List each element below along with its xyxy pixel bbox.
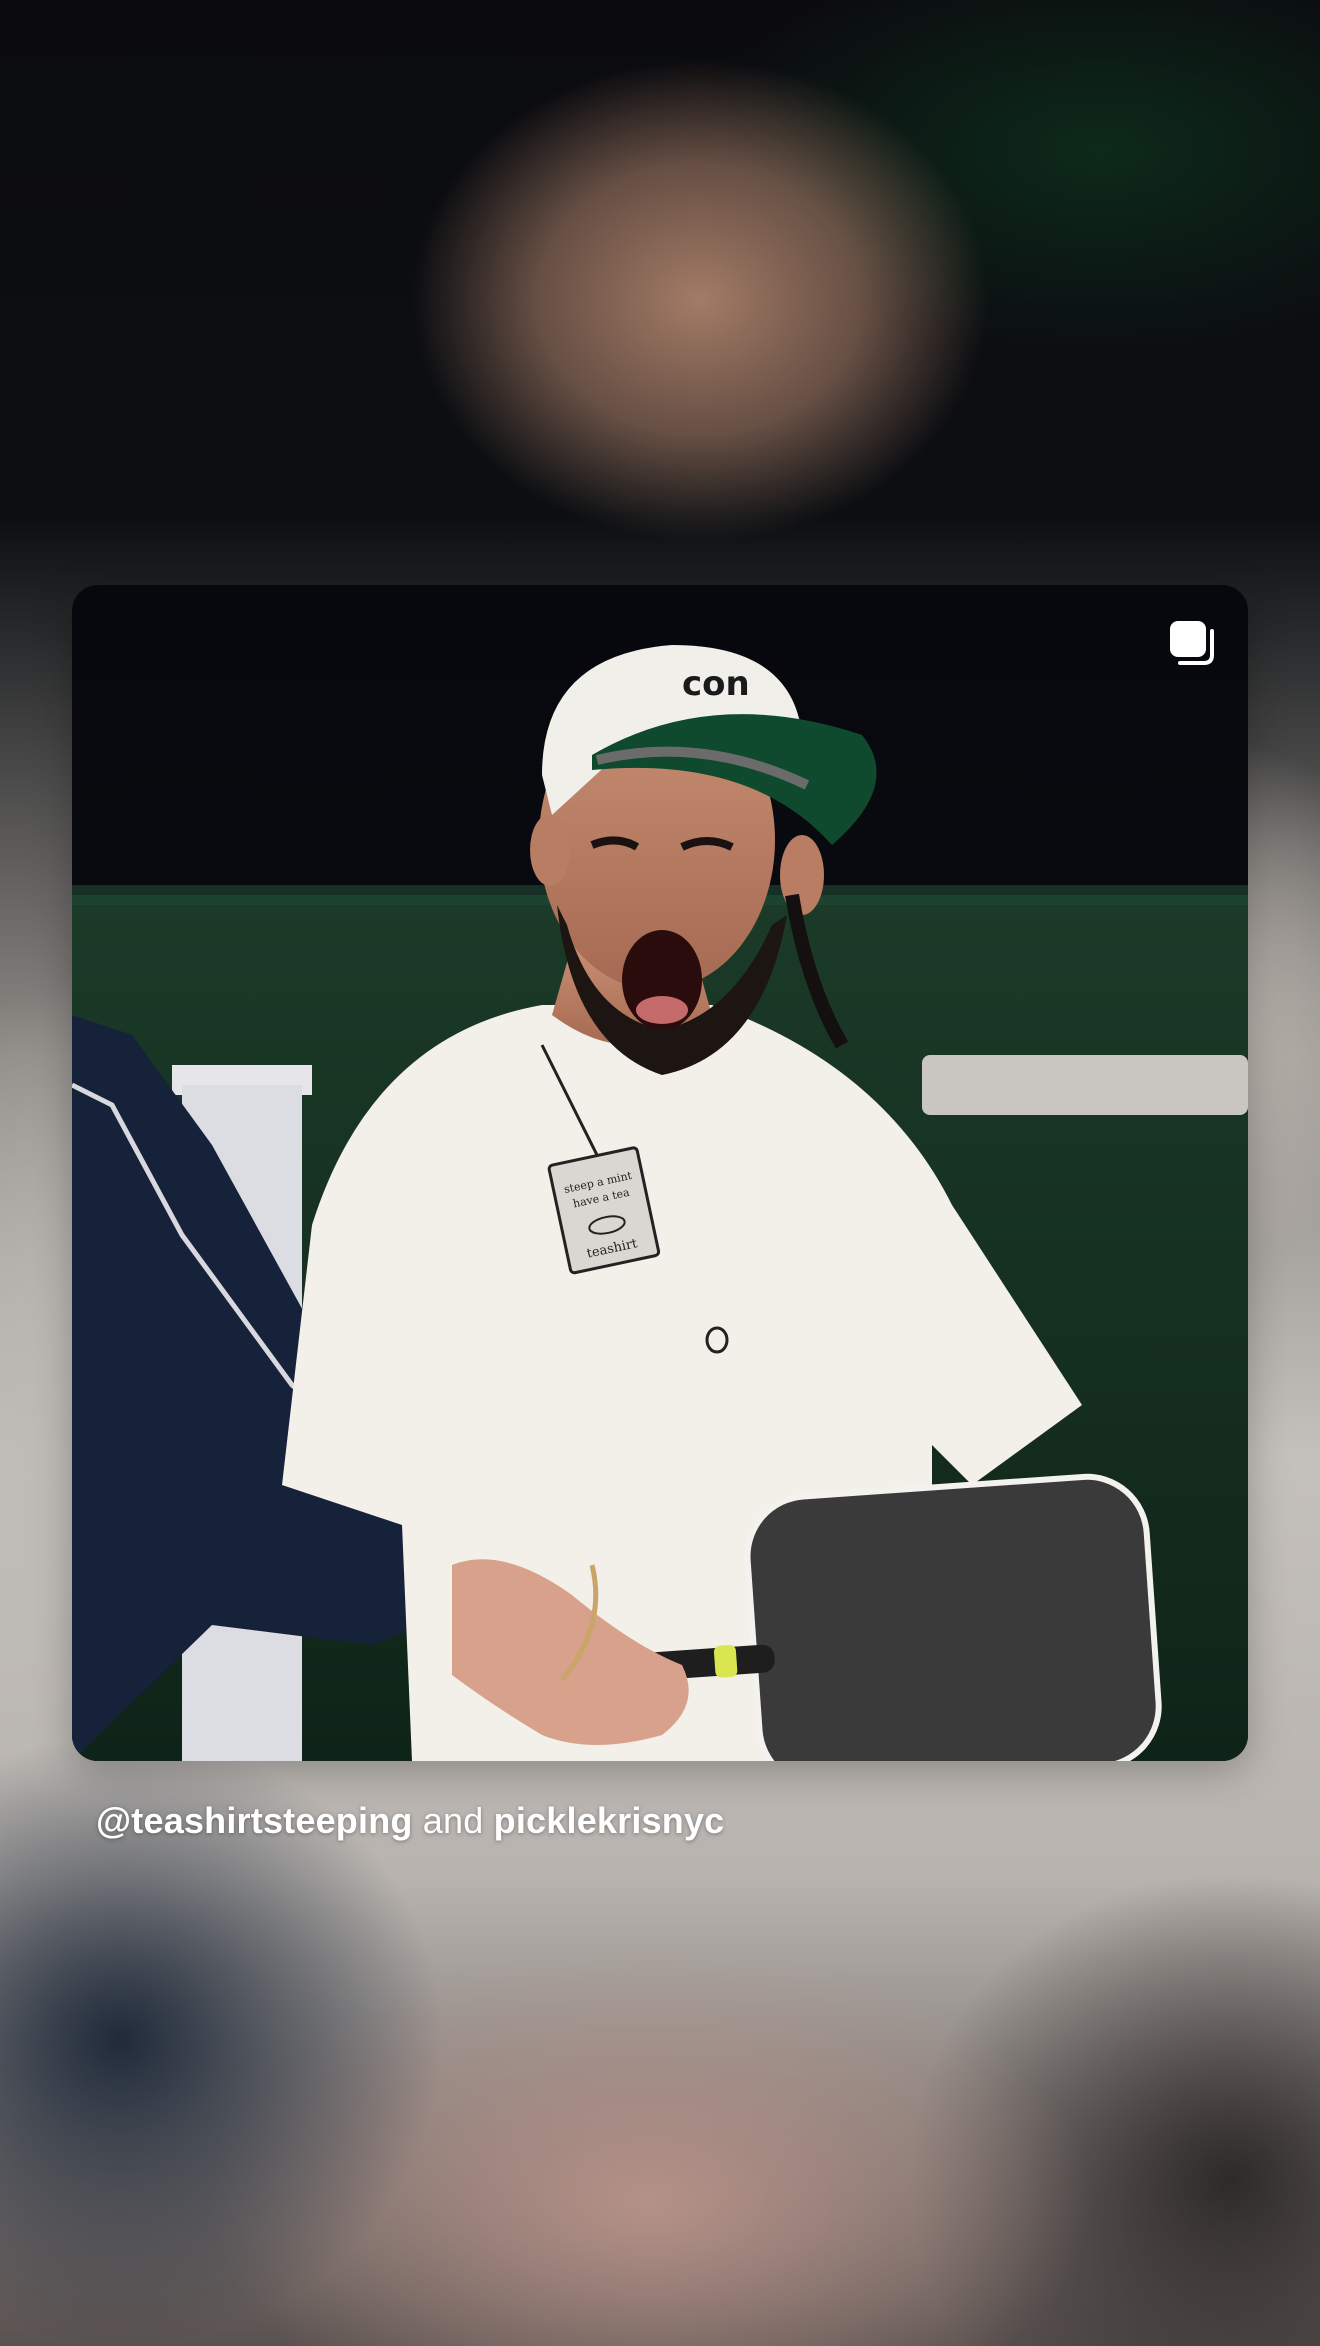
story-viewer[interactable]: con steep a mint have a tea teashirt @te…: [0, 0, 1320, 2346]
carousel-stack-icon: [1166, 617, 1218, 669]
post-image: con steep a mint have a tea teashirt: [72, 585, 1248, 1761]
mention-teashirtsteeping[interactable]: @teashirtsteeping: [96, 1800, 413, 1841]
post-caption: @teashirtsteeping and picklekrisnyc: [96, 1800, 724, 1842]
shared-post-photo[interactable]: con steep a mint have a tea teashirt: [72, 585, 1248, 1761]
mention-picklekrisnyc[interactable]: picklekrisnyc: [494, 1800, 725, 1841]
cap-logo-text: con: [682, 664, 750, 704]
caption-connector: and: [422, 1800, 484, 1841]
